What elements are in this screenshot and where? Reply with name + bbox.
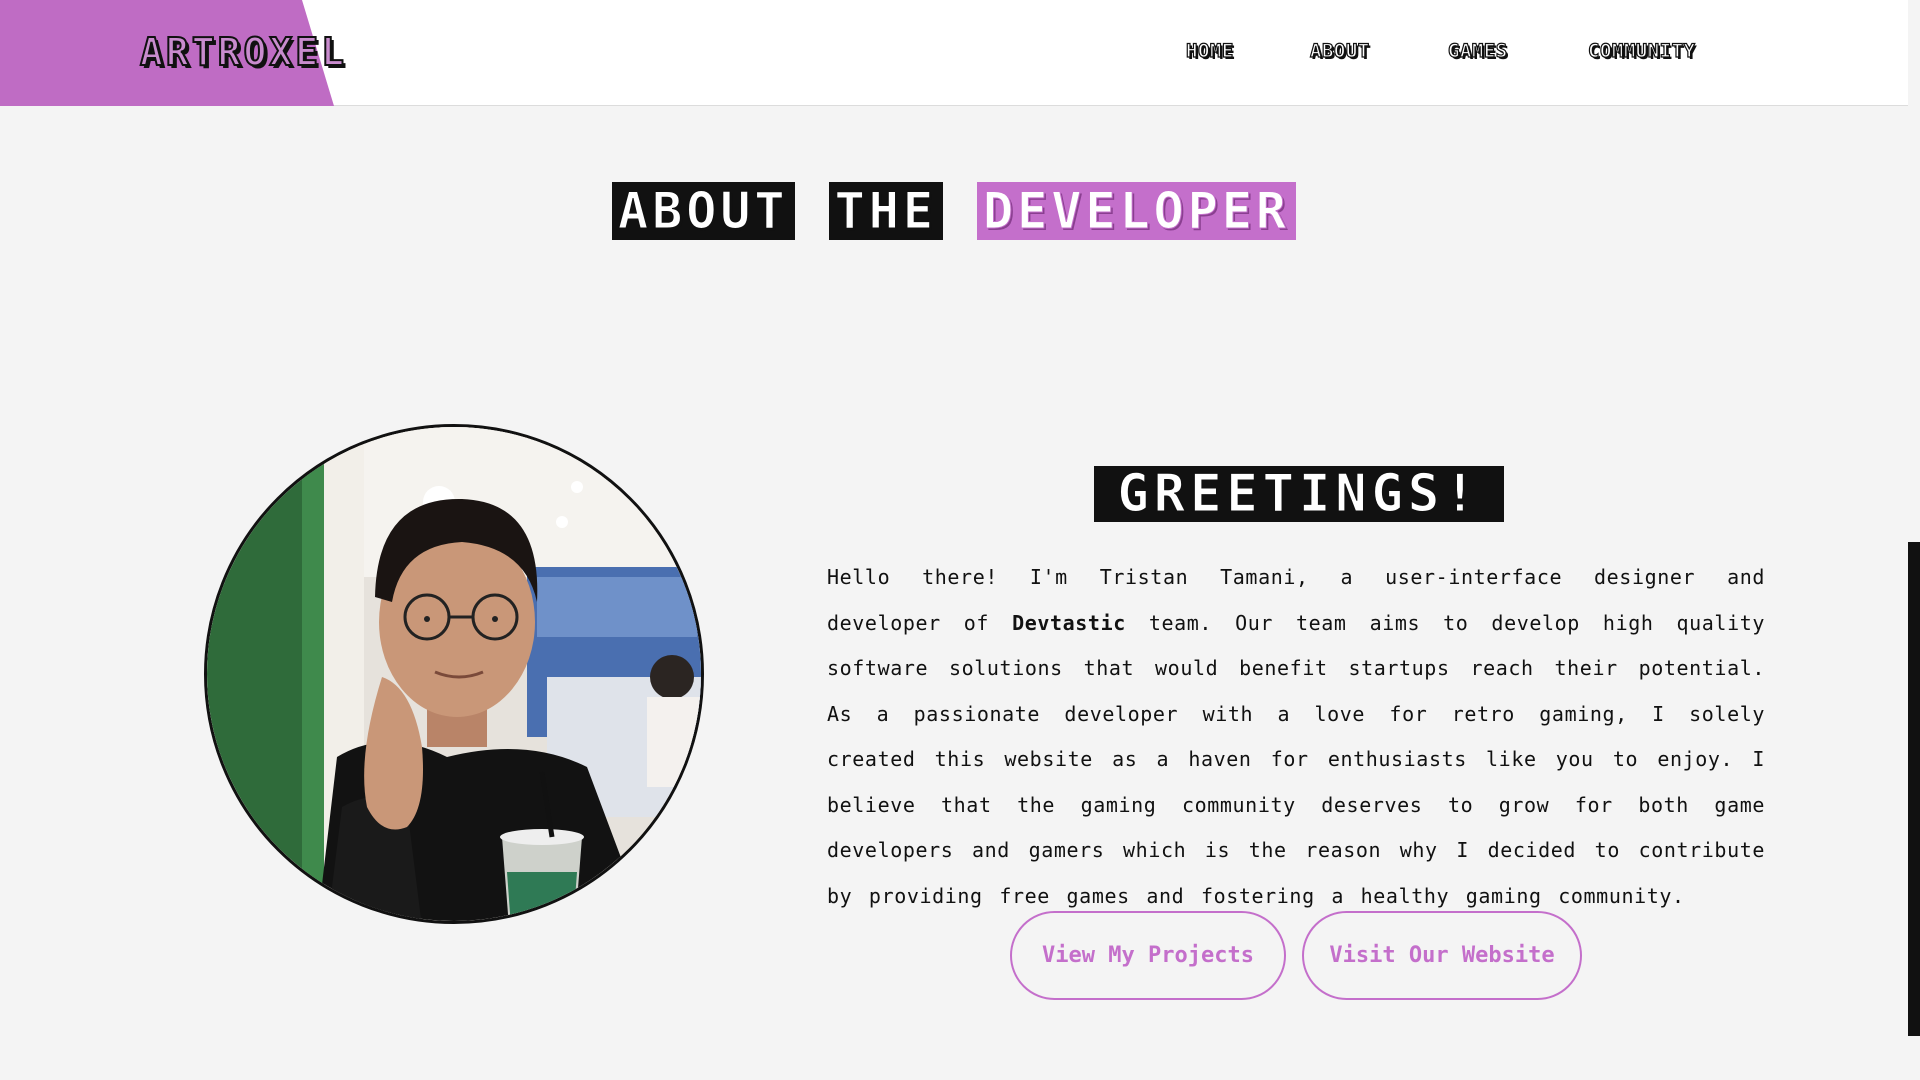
title-word-developer: DEVELOPER — [977, 182, 1296, 241]
title-word-about: ABOUT — [612, 182, 795, 241]
nav-games[interactable]: GAMES — [1447, 39, 1507, 62]
nav-community[interactable]: COMMUNITY — [1587, 39, 1695, 62]
greetings-heading: GREETINGS! — [1094, 466, 1504, 523]
logo[interactable]: ARTROXEL — [139, 29, 347, 75]
team-name: Devtastic — [1012, 610, 1126, 635]
nav-home[interactable]: HOME — [1185, 39, 1233, 62]
bio-text: Hello there! I'm Tristan Tamani, a user-… — [827, 555, 1765, 919]
portrait-photo — [207, 427, 701, 921]
site-header: ARTROXEL HOME ABOUT GAMES COMMUNITY — [0, 0, 1908, 106]
scrollbar-thumb[interactable] — [1908, 542, 1920, 1036]
title-word-the: THE — [828, 182, 943, 241]
bio-text-body: team. Our team aims to develop high qual… — [827, 610, 1765, 908]
nav-about[interactable]: ABOUT — [1309, 39, 1369, 62]
page-title: ABOUT THE DEVELOPER — [0, 182, 1908, 241]
visit-website-button[interactable]: Visit Our Website — [1302, 911, 1582, 1000]
developer-portrait — [204, 424, 704, 924]
view-projects-button[interactable]: View My Projects — [1010, 911, 1286, 1000]
